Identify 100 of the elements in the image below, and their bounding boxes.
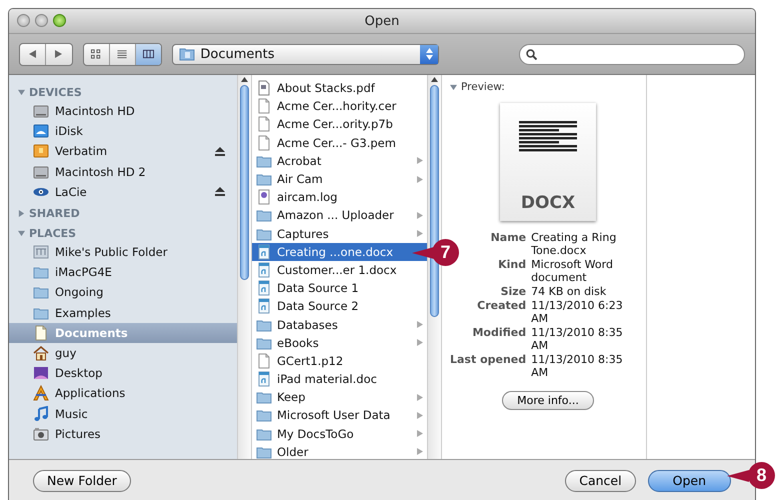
view-switcher[interactable]: [82, 42, 162, 66]
file-row[interactable]: Databases: [252, 315, 427, 334]
section-header: SHARED: [29, 206, 80, 220]
dialog-button[interactable]: Cancel: [565, 470, 636, 492]
file-row[interactable]: Captures: [252, 224, 427, 243]
detail-value: Creating a Ring Tone.docx: [531, 231, 618, 257]
detail-label: Size: [500, 285, 526, 298]
detail-value: 74 KB on disk: [531, 285, 608, 298]
minimize-button[interactable]: [35, 14, 48, 27]
file-row[interactable]: Amazon ... Uploader: [252, 206, 427, 224]
chevron-icon: [417, 339, 423, 346]
word-document-icon: [256, 371, 272, 388]
word-document-icon: [256, 262, 272, 278]
zoom-button[interactable]: [53, 14, 66, 27]
sidebar-item[interactable]: Mike's Public Folder: [9, 242, 237, 262]
window-title: Open: [364, 14, 400, 28]
sidebar-item[interactable]: Examples: [9, 302, 237, 323]
open-button[interactable]: Open: [648, 470, 731, 492]
list-icon: [116, 49, 128, 59]
file-row[interactable]: Older: [252, 442, 427, 459]
chevron-icon: [417, 430, 423, 438]
scrollbar[interactable]: [427, 75, 442, 459]
sidebar-item[interactable]: Ongoing: [9, 282, 237, 302]
file-row[interactable]: GCert1.p12: [252, 352, 427, 370]
chevron-icon: [417, 176, 423, 183]
forward-icon[interactable]: [55, 50, 62, 58]
chevron-icon: [417, 394, 423, 401]
file-type-label: DOCX: [520, 193, 576, 213]
chevron-icon: [417, 230, 423, 238]
document-icon: [33, 324, 49, 341]
disclosure-triangle-icon[interactable]: [18, 210, 25, 217]
sidebar-item[interactable]: Pictures: [9, 424, 237, 444]
camera-icon: [33, 426, 49, 442]
sidebar-item[interactable]: LaCie: [9, 182, 237, 202]
detail-label: Created: [476, 299, 526, 314]
chevron-icon: [417, 448, 423, 456]
drive-icon: [33, 143, 49, 160]
disclosure-triangle-icon[interactable]: [18, 230, 25, 237]
file-row[interactable]: Keep: [252, 388, 427, 406]
file-row[interactable]: Customer...er 1.docx: [252, 260, 427, 280]
sidebar-item[interactable]: Macintosh HD: [9, 101, 237, 122]
scrollbar[interactable]: [237, 75, 252, 459]
file-row[interactable]: Acrobat: [252, 152, 427, 170]
file-row[interactable]: My DocsToGo: [252, 424, 427, 443]
search-icon: [526, 48, 538, 60]
file-row[interactable]: Microsoft User Data: [252, 406, 427, 425]
sidebar-item[interactable]: iDisk: [9, 121, 237, 142]
house-icon: [33, 344, 49, 361]
stepper-arrows-icon: [426, 48, 433, 60]
file-row[interactable]: aircam.log: [252, 188, 427, 206]
dialog-button[interactable]: New Folder: [33, 470, 131, 492]
chevron-icon: [417, 321, 423, 328]
file-row[interactable]: Acme Cer...- G3.pem: [252, 134, 427, 152]
search-field[interactable]: [519, 44, 745, 64]
sidebar-item[interactable]: Applications: [9, 383, 237, 404]
file-row[interactable]: Creating ...one.docx: [252, 242, 427, 261]
scroll-up-icon[interactable]: [241, 75, 248, 85]
hard-drive-icon: [33, 164, 49, 180]
eject-icon[interactable]: [215, 146, 225, 156]
sidebar-item[interactable]: Desktop: [9, 363, 237, 384]
detail-value: 11/13/2010 6:23 AM: [531, 299, 624, 325]
folder-icon: [179, 47, 196, 61]
file-row[interactable]: Acme Cer...ority.p7b: [252, 115, 427, 134]
file-row[interactable]: Air Cam: [252, 170, 427, 188]
sidebar-item[interactable]: Verbatim: [9, 141, 237, 162]
grid-icon: [90, 49, 102, 59]
location-popup[interactable]: Documents: [172, 44, 440, 64]
file-row[interactable]: Data Source 2: [252, 297, 427, 316]
file-row[interactable]: Acme Cer...hority.cer: [252, 97, 427, 116]
file-row[interactable]: eBooks: [252, 334, 427, 352]
chevron-icon: [417, 212, 423, 219]
word-document-icon: [256, 244, 272, 260]
chevron-icon: [417, 412, 423, 419]
back-forward-control[interactable]: [19, 42, 73, 66]
close-button[interactable]: [17, 14, 30, 27]
desktop-icon: [33, 365, 49, 382]
sidebar-item[interactable]: Macintosh HD 2: [9, 162, 237, 182]
file-row[interactable]: About Stacks.pdf: [252, 79, 427, 98]
detail-value: 11/13/2010 8:35 AM: [531, 353, 624, 379]
detail-label: Modified: [471, 326, 526, 341]
disclosure-triangle-icon[interactable]: [450, 84, 457, 90]
section-header: PLACES: [29, 226, 76, 240]
file-row[interactable]: iPad material.doc: [252, 370, 427, 388]
view-button[interactable]: [136, 44, 162, 64]
blank-file-icon: [256, 98, 272, 114]
detail-label: Name: [490, 231, 526, 246]
sidebar-item[interactable]: Music: [9, 403, 237, 424]
more-info-button[interactable]: More info...: [502, 391, 594, 410]
step-badge: 8: [748, 462, 775, 489]
blank-file-icon: [256, 134, 272, 151]
scroll-up-icon[interactable]: [431, 75, 438, 85]
eject-icon[interactable]: [215, 187, 225, 196]
disclosure-triangle-icon[interactable]: [18, 89, 25, 96]
sidebar-item[interactable]: guy: [9, 342, 237, 364]
back-icon[interactable]: [29, 50, 36, 58]
file-row[interactable]: Data Source 1: [252, 279, 427, 298]
hard-drive-icon: [33, 103, 49, 120]
music-note-icon: [33, 406, 49, 422]
sidebar-item[interactable]: iMacPG4E: [9, 262, 237, 282]
detail-label: Last opened: [450, 353, 526, 368]
